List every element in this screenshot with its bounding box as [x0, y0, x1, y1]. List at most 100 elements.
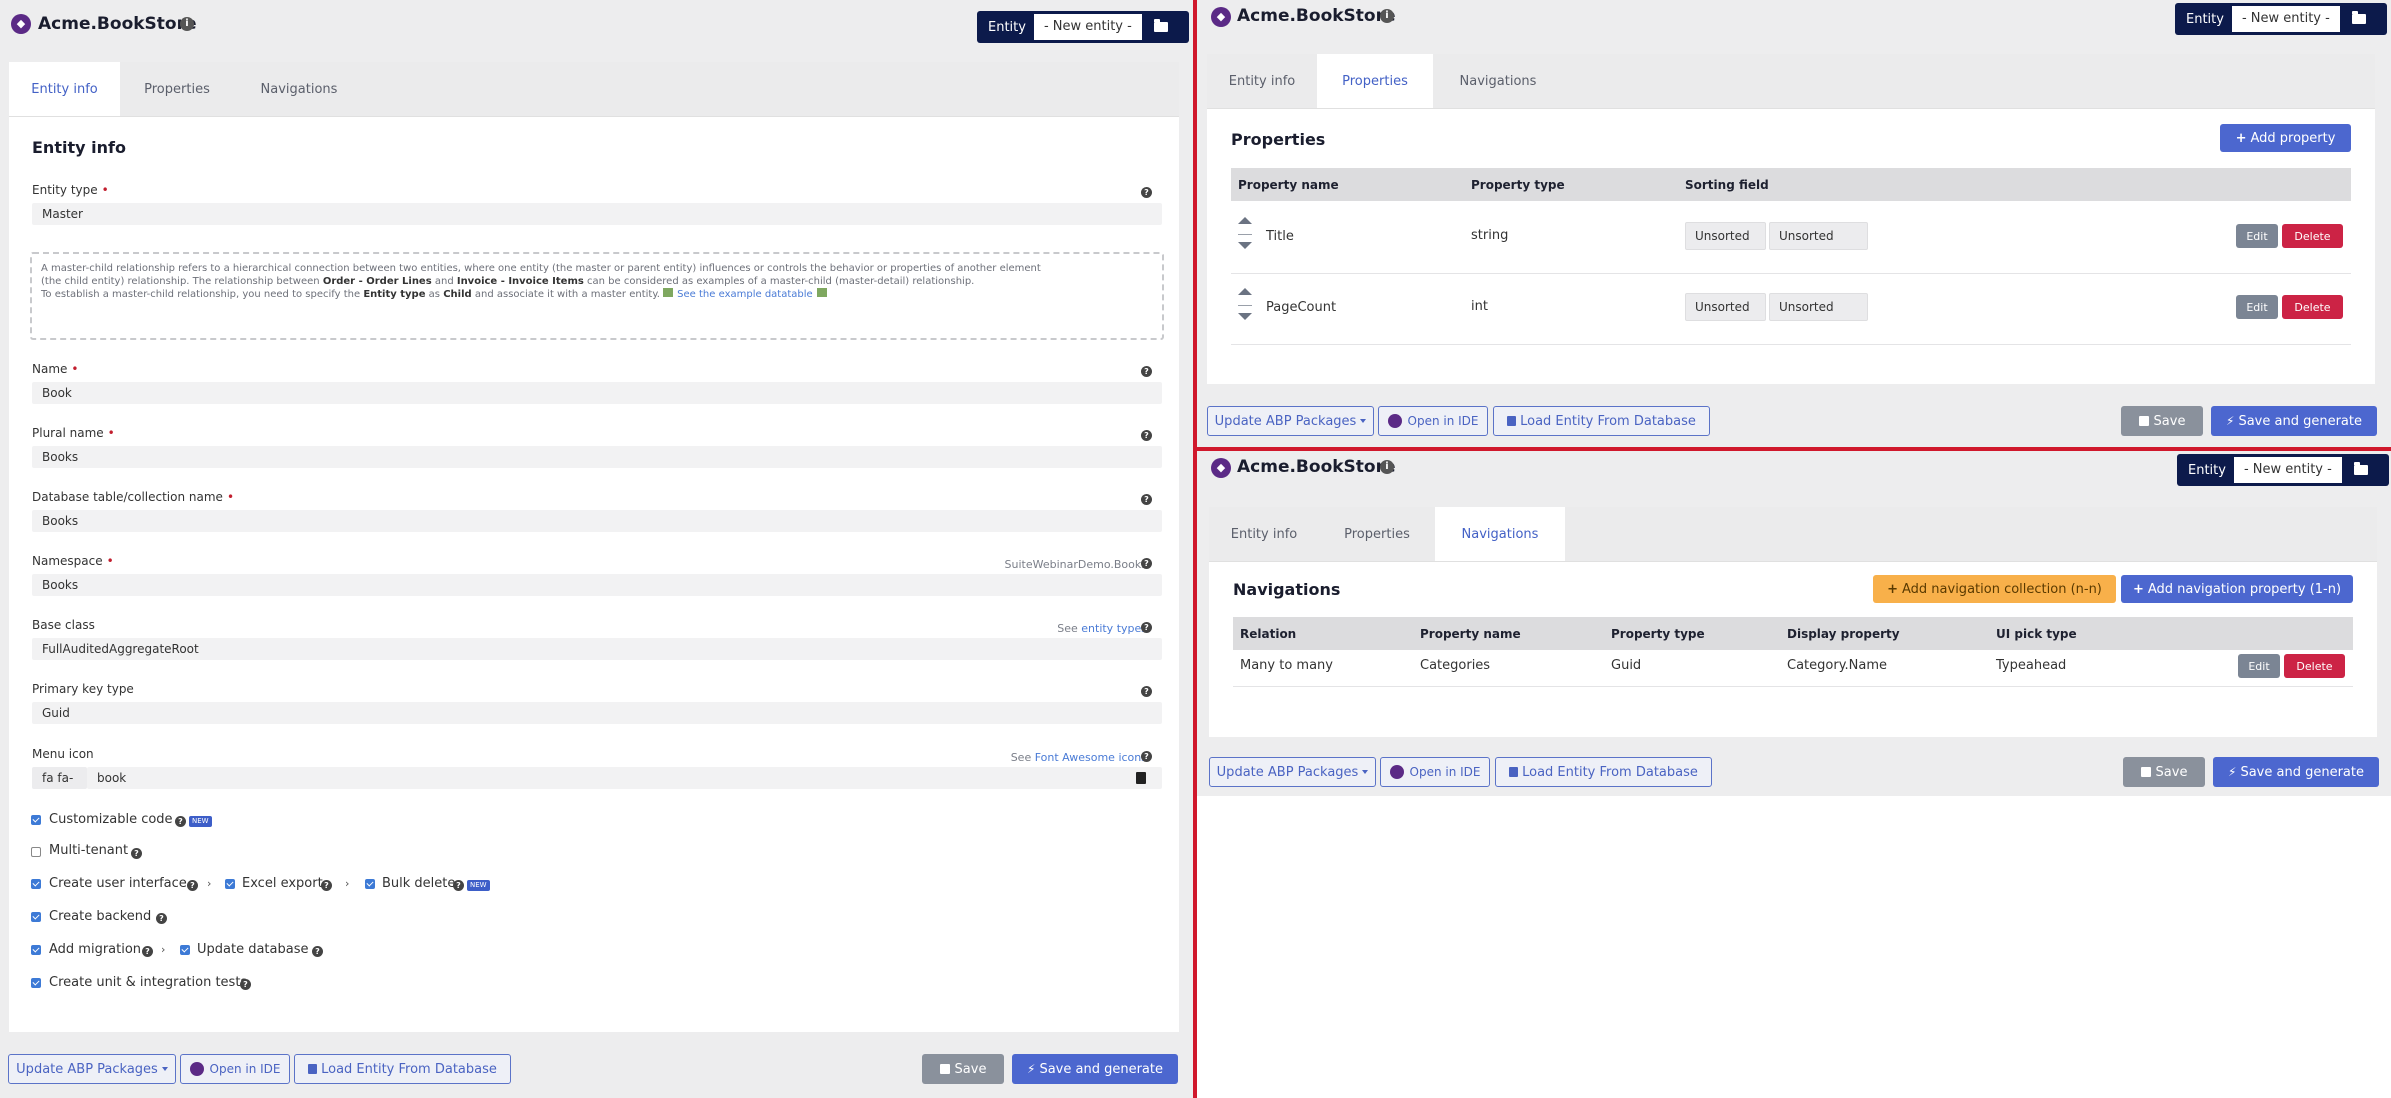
delete-button[interactable]: Delete: [2284, 654, 2345, 678]
tab-navigations[interactable]: Navigations: [1433, 54, 1563, 108]
help-icon[interactable]: ?: [321, 880, 332, 891]
save-button[interactable]: Save: [2123, 757, 2205, 787]
multi-tenant-checkbox[interactable]: [31, 847, 41, 857]
help-icon[interactable]: ?: [240, 979, 251, 990]
add-property-button[interactable]: + Add property: [2220, 124, 2351, 152]
app-title: Acme.BookStore: [1237, 6, 1396, 26]
help-icon[interactable]: ?: [312, 946, 323, 957]
help-icon[interactable]: ?: [1141, 494, 1152, 505]
tab-properties[interactable]: Properties: [120, 62, 234, 116]
help-icon[interactable]: ?: [131, 848, 142, 859]
move-down-icon[interactable]: [1238, 242, 1252, 249]
drag-handle-icon[interactable]: [1238, 305, 1252, 306]
folder-open-icon[interactable]: [1142, 14, 1180, 40]
tab-entity-info[interactable]: Entity info: [1207, 54, 1317, 108]
properties-pane: ◆ Acme.BookStore i Entity - New entity -…: [1197, 0, 2391, 447]
move-down-icon[interactable]: [1238, 313, 1252, 320]
entity-selector[interactable]: Entity - New entity -: [977, 11, 1189, 43]
save-and-generate-button[interactable]: ⚡ Save and generate: [2213, 757, 2379, 787]
bulk-delete-checkbox[interactable]: [365, 879, 375, 889]
font-awesome-link[interactable]: Font Awesome icons: [1035, 751, 1147, 764]
create-ui-label: Create user interface: [49, 876, 187, 891]
help-icon[interactable]: ?: [175, 816, 186, 827]
info-icon[interactable]: i: [1380, 460, 1394, 474]
delete-button[interactable]: Delete: [2282, 224, 2343, 248]
db-table-input[interactable]: Books: [32, 510, 1162, 532]
update-database-checkbox[interactable]: [180, 945, 190, 955]
help-icon[interactable]: ?: [1141, 686, 1152, 697]
entity-selector[interactable]: Entity - New entity -: [2177, 454, 2389, 486]
save-button[interactable]: Save: [922, 1054, 1004, 1084]
tab-properties[interactable]: Properties: [1317, 54, 1433, 108]
visual-studio-logo-icon: ◆: [1211, 458, 1231, 478]
example-datatable-link[interactable]: See the example datatable: [677, 289, 813, 300]
edit-button[interactable]: Edit: [2236, 224, 2278, 248]
help-icon[interactable]: ?: [142, 946, 153, 957]
entity-types-link[interactable]: entity types: [1081, 622, 1147, 635]
help-icon[interactable]: ?: [187, 880, 198, 891]
info-icon[interactable]: i: [1380, 9, 1394, 23]
edit-button[interactable]: Edit: [2238, 654, 2280, 678]
sorting-direction-select[interactable]: Unsorted: [1769, 293, 1868, 321]
entity-dropdown[interactable]: - New entity -: [2233, 457, 2342, 483]
help-icon[interactable]: ?: [1141, 751, 1152, 762]
delete-button[interactable]: Delete: [2282, 295, 2343, 319]
menu-icon-input[interactable]: book: [87, 767, 1162, 789]
save-and-generate-button[interactable]: ⚡ Save and generate: [1012, 1054, 1178, 1084]
help-icon[interactable]: ?: [1141, 622, 1152, 633]
entity-dropdown[interactable]: - New entity -: [2231, 6, 2340, 32]
open-in-ide-button[interactable]: Open in IDE: [1378, 406, 1488, 436]
update-abp-packages-button[interactable]: Update ABP Packages: [8, 1054, 176, 1084]
book-icon[interactable]: [1136, 772, 1146, 784]
update-abp-packages-button[interactable]: Update ABP Packages: [1207, 406, 1374, 436]
help-icon[interactable]: ?: [1141, 558, 1152, 569]
load-entity-button[interactable]: Load Entity From Database: [1493, 406, 1710, 436]
sorting-field-select[interactable]: Unsorted: [1685, 293, 1766, 321]
drag-handle-icon[interactable]: [1238, 234, 1252, 235]
add-navigation-property-button[interactable]: + Add navigation property (1-n): [2121, 575, 2353, 603]
load-entity-button[interactable]: Load Entity From Database: [1495, 757, 1712, 787]
info-icon[interactable]: i: [180, 17, 194, 31]
base-class-select[interactable]: FullAuditedAggregateRoot: [32, 638, 1162, 660]
create-ui-checkbox[interactable]: [31, 879, 41, 889]
add-navigation-collection-button[interactable]: + Add navigation collection (n-n): [1873, 575, 2116, 603]
sorting-field-select[interactable]: Unsorted: [1685, 222, 1766, 250]
tab-entity-info[interactable]: Entity info: [1209, 507, 1319, 561]
name-input[interactable]: Book: [32, 382, 1162, 404]
plural-name-input[interactable]: Books: [32, 446, 1162, 468]
sorting-direction-select[interactable]: Unsorted: [1769, 222, 1868, 250]
update-abp-packages-button[interactable]: Update ABP Packages: [1209, 757, 1376, 787]
load-entity-button[interactable]: Load Entity From Database: [294, 1054, 511, 1084]
save-button[interactable]: Save: [2121, 406, 2203, 436]
entity-dropdown[interactable]: - New entity -: [1033, 14, 1142, 40]
customizable-code-checkbox[interactable]: [31, 815, 41, 825]
open-in-ide-button[interactable]: Open in IDE: [180, 1054, 290, 1084]
edit-button[interactable]: Edit: [2236, 295, 2278, 319]
primary-key-select[interactable]: Guid: [32, 702, 1162, 724]
tab-properties[interactable]: Properties: [1319, 507, 1435, 561]
folder-open-icon[interactable]: [2342, 457, 2380, 483]
entity-selector[interactable]: Entity - New entity -: [2175, 3, 2387, 35]
display-property-cell: Category.Name: [1787, 658, 1888, 673]
excel-export-checkbox[interactable]: [225, 879, 235, 889]
folder-open-icon[interactable]: [2340, 6, 2378, 32]
create-backend-checkbox[interactable]: [31, 912, 41, 922]
help-icon[interactable]: ?: [1141, 430, 1152, 441]
namespace-input[interactable]: Books: [32, 574, 1162, 596]
tab-entity-info[interactable]: Entity info: [9, 62, 120, 116]
help-icon[interactable]: ?: [1141, 187, 1152, 198]
help-icon[interactable]: ?: [156, 913, 167, 924]
chevron-right-icon: ›: [161, 943, 166, 956]
move-up-icon[interactable]: [1238, 288, 1252, 295]
create-tests-checkbox[interactable]: [31, 978, 41, 988]
help-icon[interactable]: ?: [453, 880, 464, 891]
entity-type-select[interactable]: Master: [32, 203, 1162, 225]
save-and-generate-button[interactable]: ⚡ Save and generate: [2211, 406, 2377, 436]
tab-navigations[interactable]: Navigations: [234, 62, 364, 116]
open-in-ide-button[interactable]: Open in IDE: [1380, 757, 1490, 787]
move-up-icon[interactable]: [1238, 217, 1252, 224]
column-header: Property name: [1238, 177, 1339, 192]
tab-navigations[interactable]: Navigations: [1435, 507, 1565, 561]
add-migration-checkbox[interactable]: [31, 945, 41, 955]
help-icon[interactable]: ?: [1141, 366, 1152, 377]
